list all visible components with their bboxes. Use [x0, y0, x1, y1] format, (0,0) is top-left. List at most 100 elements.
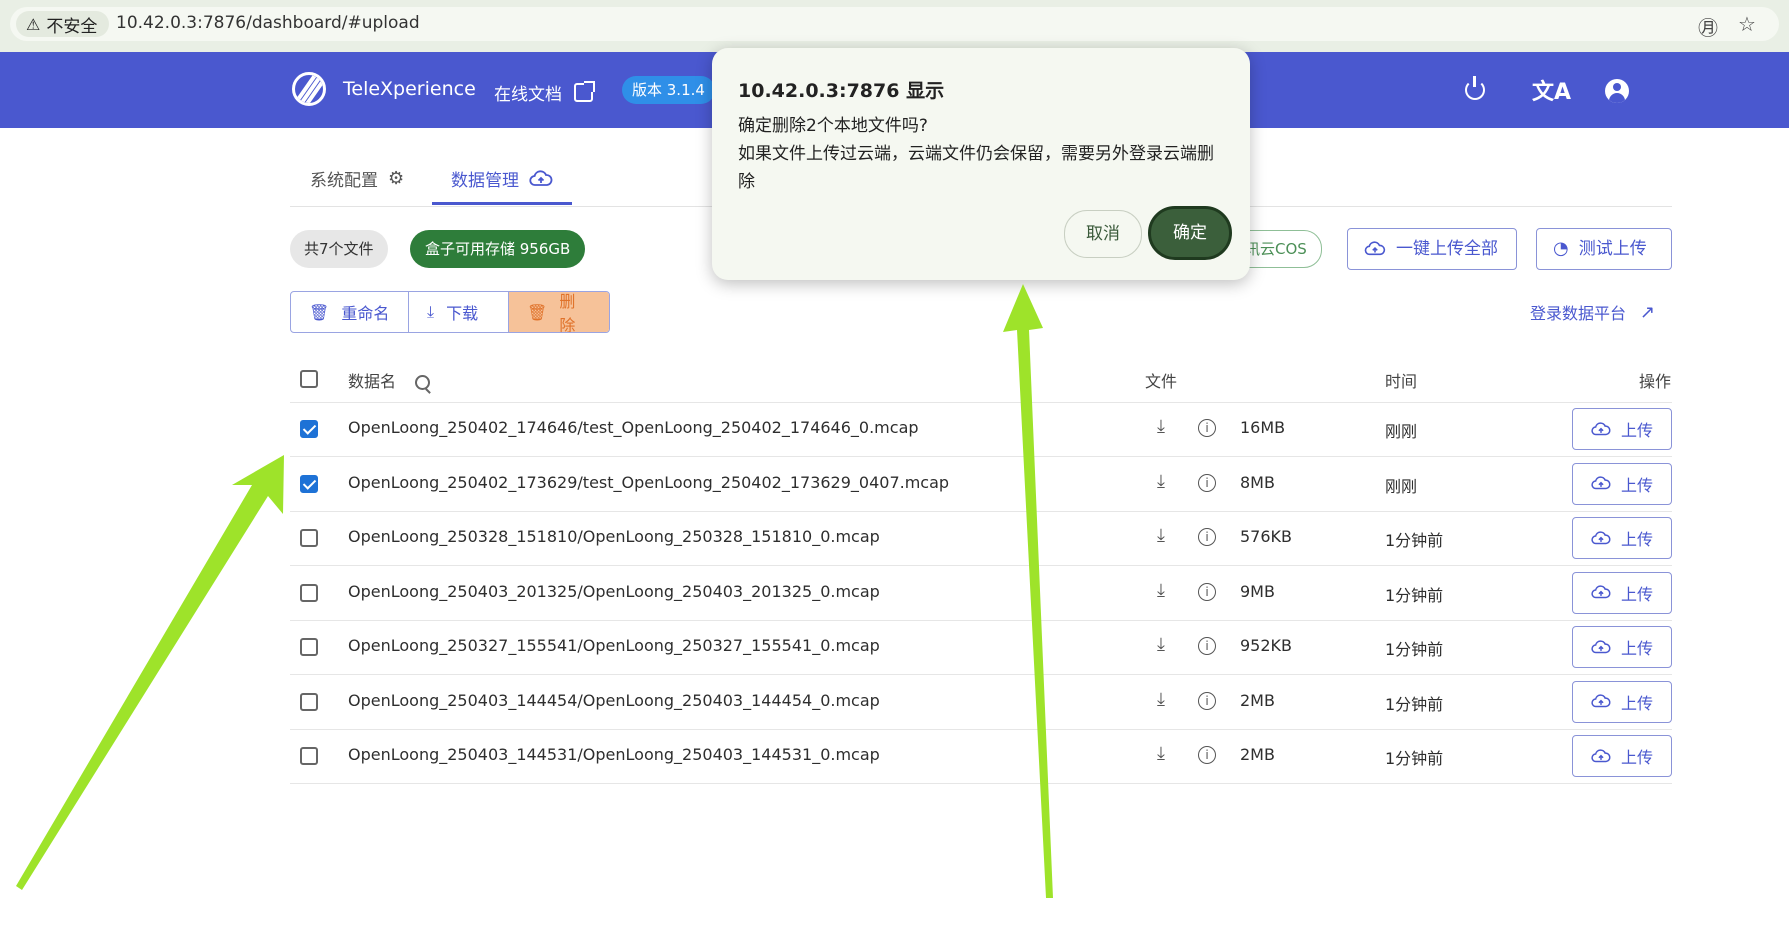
file-size: 8MB [1240, 472, 1275, 492]
info-icon[interactable]: i [1198, 528, 1216, 546]
file-time: 1分钟前 [1385, 640, 1444, 659]
upload-all-label: 一键上传全部 [1396, 239, 1498, 259]
file-time: 1分钟前 [1385, 585, 1444, 605]
upload-button[interactable]: 上传 [1572, 462, 1672, 505]
row-checkbox[interactable] [300, 638, 318, 656]
trash-icon: 🗑 [309, 302, 330, 322]
dialog-line-1: 确定删除2个本地文件吗? [738, 116, 928, 136]
download-icon[interactable]: ⤓ [1157, 580, 1165, 601]
dialog-cancel-button[interactable]: 取消 [1064, 210, 1142, 258]
tab-data-management[interactable]: 数据管理 [451, 166, 553, 191]
storage-chip: 盒子可用存储 956GB [410, 230, 586, 268]
download-icon[interactable]: ⤓ [1157, 416, 1165, 437]
row-checkbox[interactable] [300, 583, 318, 602]
translate-icon[interactable]: ㊊ [1698, 12, 1718, 41]
table-row: OpenLoong_250328_151810/OpenLoong_250328… [290, 511, 1672, 566]
file-time: 刚刚 [1385, 422, 1418, 441]
select-all-checkbox[interactable] [300, 370, 318, 388]
table-header: 数据名 文件 时间 操作 [290, 356, 1672, 403]
account-icon[interactable] [1605, 79, 1629, 103]
data-platform-link[interactable]: 登录数据平台 ↗ [1530, 300, 1655, 324]
info-icon[interactable]: i [1198, 691, 1216, 710]
security-chip[interactable]: ⚠ 不安全 [16, 11, 110, 37]
info-icon[interactable]: i [1198, 419, 1216, 437]
table-row: OpenLoong_250403_144454/OpenLoong_250403… [290, 675, 1672, 730]
rename-label: 重命名 [341, 304, 390, 323]
upload-button[interactable]: 上传 [1572, 735, 1672, 777]
file-name: OpenLoong_250403_144454/OpenLoong_250403… [348, 690, 880, 710]
upload-label: 上传 [1620, 639, 1653, 658]
info-icon[interactable]: i [1198, 637, 1216, 655]
file-size: 952KB [1240, 636, 1293, 655]
file-size: 2MB [1240, 745, 1275, 764]
upload-button[interactable]: 上传 [1572, 626, 1672, 668]
info-icon[interactable]: i [1198, 582, 1216, 601]
file-size: 2MB [1240, 690, 1275, 710]
star-icon[interactable]: ☆ [1738, 12, 1756, 36]
table-row: OpenLoong_250403_144531/OpenLoong_250403… [290, 729, 1672, 784]
docs-label: 在线文档 [494, 85, 562, 105]
brand-name[interactable]: TeleXperience [343, 78, 476, 100]
delete-label: 删除 [559, 292, 576, 333]
url-text[interactable]: 10.42.0.3:7876/dashboard/#upload [116, 13, 420, 33]
logo-icon[interactable] [292, 72, 326, 106]
upload-label: 上传 [1620, 748, 1653, 767]
download-label: 下载 [446, 304, 479, 323]
download-icon[interactable]: ⤓ [1157, 525, 1165, 546]
table-row: OpenLoong_250402_174646/test_OpenLoong_2… [290, 402, 1672, 457]
speedometer-icon: ◔ [1553, 238, 1569, 259]
row-checkbox[interactable] [300, 474, 318, 493]
header-file: 文件 [1145, 372, 1178, 391]
translate-icon[interactable]: 文A [1532, 74, 1571, 106]
docs-link[interactable]: 在线文档 [494, 80, 595, 105]
test-upload-label: 测试上传 [1578, 239, 1647, 259]
tab-system-config[interactable]: 系统配置 ⚙ [310, 166, 404, 191]
url-bar[interactable]: ⚠ 不安全 10.42.0.3:7876/dashboard/#upload ㊊… [10, 7, 1779, 41]
security-label: 不安全 [46, 16, 98, 37]
header-name-label: 数据名 [348, 372, 397, 391]
download-icon[interactable]: ⤓ [1157, 634, 1165, 655]
browser-address-bar: ⚠ 不安全 10.42.0.3:7876/dashboard/#upload ㊊… [0, 0, 1789, 52]
download-icon[interactable]: ⤓ [1157, 743, 1165, 764]
annotation-arrow-checkboxes [16, 455, 284, 890]
upload-label: 上传 [1620, 421, 1653, 440]
upload-button[interactable]: 上传 [1572, 408, 1672, 450]
search-icon[interactable] [415, 375, 431, 390]
dialog-title: 10.42.0.3:7876 显示 [738, 80, 945, 102]
upload-label: 上传 [1620, 530, 1653, 549]
tab-label: 数据管理 [451, 171, 519, 191]
cloud-upload-icon [1591, 585, 1611, 599]
cloud-upload-icon [1591, 530, 1611, 544]
row-checkbox[interactable] [300, 747, 318, 765]
row-checkbox[interactable] [300, 420, 318, 438]
cloud-upload-icon [1364, 241, 1386, 256]
external-link-icon [574, 81, 595, 102]
header-time: 时间 [1385, 372, 1418, 391]
row-checkbox[interactable] [300, 692, 318, 711]
warning-icon: ⚠ [26, 14, 41, 34]
table-row: OpenLoong_250327_155541/OpenLoong_250327… [290, 620, 1672, 675]
header-name: 数据名 [348, 368, 431, 392]
file-action-group: 🗑 重命名 ⤓ 下载 🗑 删除 [290, 291, 610, 333]
file-time: 1分钟前 [1385, 531, 1444, 550]
cloud-upload-icon [1591, 639, 1611, 653]
test-upload-button[interactable]: ◔ 测试上传 [1536, 228, 1672, 270]
info-icon[interactable]: i [1198, 473, 1216, 492]
upload-button[interactable]: 上传 [1572, 680, 1672, 723]
upload-label: 上传 [1620, 475, 1653, 495]
cloud-upload-icon [529, 169, 553, 186]
upload-button[interactable]: 上传 [1572, 517, 1672, 559]
row-checkbox[interactable] [300, 529, 318, 547]
upload-label: 上传 [1620, 693, 1653, 713]
download-icon[interactable]: ⤓ [1157, 689, 1165, 710]
upload-all-button[interactable]: 一键上传全部 [1347, 228, 1517, 270]
info-icon[interactable]: i [1198, 746, 1216, 764]
rename-button[interactable]: 🗑 重命名 [291, 292, 409, 332]
cloud-upload-icon [1591, 694, 1611, 708]
upload-button[interactable]: 上传 [1572, 571, 1672, 614]
delete-button[interactable]: 🗑 删除 [509, 292, 609, 332]
power-icon[interactable] [1465, 76, 1485, 100]
download-icon[interactable]: ⤓ [1157, 471, 1165, 492]
dialog-ok-button[interactable]: 确定 [1148, 206, 1232, 260]
download-button[interactable]: ⤓ 下载 [409, 292, 509, 332]
